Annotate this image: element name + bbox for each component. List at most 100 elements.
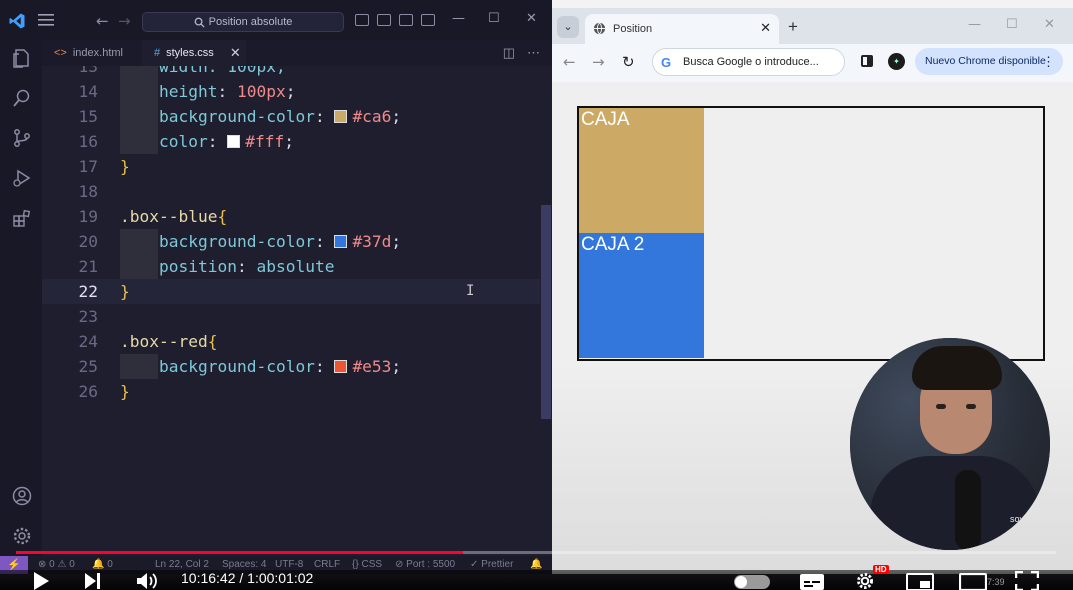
kebab-menu-icon[interactable]: ⋮ (1042, 48, 1055, 75)
color-swatch[interactable] (334, 235, 348, 248)
side-panel-icon[interactable] (861, 55, 873, 67)
source-control-icon[interactable] (12, 128, 32, 148)
chrome-minimize-icon[interactable]: — (968, 17, 981, 32)
omnibox[interactable]: G Busca Google o introduce... (652, 48, 845, 76)
video-progress-bar[interactable] (16, 551, 1056, 554)
chrome-close-icon[interactable]: ✕ (1044, 17, 1055, 32)
next-video-icon[interactable] (84, 572, 102, 590)
line-ending[interactable]: CRLF (314, 559, 340, 570)
code-line[interactable]: 18 (42, 179, 540, 204)
css-property: background-color (159, 107, 315, 126)
hamburger-menu-icon[interactable] (38, 14, 54, 26)
customize-layout-icon[interactable] (421, 14, 435, 26)
indent-guide (120, 104, 158, 129)
theater-mode-icon[interactable] (959, 573, 987, 590)
code-line[interactable]: 14 height: 100px; (42, 79, 540, 104)
css-semicolon: ; (391, 357, 402, 376)
autoplay-toggle[interactable] (734, 575, 770, 589)
code-line[interactable]: 16 color: #fff; (42, 129, 540, 154)
chrome-back-icon[interactable]: ← (563, 53, 576, 71)
hd-badge: HD (873, 565, 889, 574)
search-view-icon[interactable] (12, 88, 32, 108)
toggle-primary-sidebar-icon[interactable] (355, 14, 369, 26)
activity-bar (0, 40, 42, 556)
tab-search-dropdown-icon[interactable]: ⌄ (557, 16, 579, 38)
editor-tab-bar: <> index.html # styles.css ✕ ◫ ⋯ (42, 40, 552, 66)
volume-icon[interactable] (136, 572, 158, 590)
back-arrow-icon[interactable]: ← (96, 12, 109, 30)
code-line[interactable]: 17} (42, 154, 540, 179)
close-window-icon[interactable]: ✕ (526, 11, 537, 26)
code-text: background-color: #37d; (159, 229, 401, 254)
editor-actions: ◫ ⋯ (503, 45, 540, 61)
container-box: CAJA CAJA 2 (577, 106, 1045, 361)
new-tab-plus-icon[interactable]: + (788, 17, 798, 37)
color-swatch[interactable] (334, 110, 348, 123)
presenter-eye (966, 404, 976, 409)
tab-styles-css[interactable]: # styles.css ✕ (142, 40, 246, 66)
color-swatch[interactable] (227, 135, 241, 148)
reload-icon[interactable]: ↻ (622, 53, 635, 71)
subtitles-icon[interactable] (799, 573, 825, 590)
profile-avatar[interactable]: ✦ (888, 53, 905, 70)
language-mode[interactable]: {} CSS (352, 559, 382, 570)
problems-indicator[interactable]: ⊗ 0 ⚠ 0 (38, 559, 75, 570)
video-progress-fill (16, 551, 464, 554)
css-value: #ca6 (352, 107, 392, 126)
line-number: 17 (78, 157, 99, 176)
fullscreen-icon[interactable] (1015, 571, 1039, 590)
encoding[interactable]: UTF-8 (275, 559, 303, 570)
chrome-update-button[interactable]: Nuevo Chrome disponible ⋮ (915, 48, 1063, 75)
indent-guide (120, 254, 158, 279)
css-property: background-color (159, 232, 315, 251)
account-icon[interactable] (12, 486, 32, 506)
css-colon: : (314, 232, 335, 251)
play-icon[interactable] (32, 571, 50, 590)
close-browser-tab-icon[interactable]: ✕ (760, 20, 771, 36)
cursor-position[interactable]: Ln 22, Col 2 (155, 559, 209, 570)
miniplayer-icon[interactable] (906, 573, 934, 590)
css-brace: { (207, 332, 218, 351)
code-line[interactable]: 25 background-color: #e53; (42, 354, 540, 379)
mouse-ibeam-cursor: I (466, 283, 475, 299)
toggle-panel-icon[interactable] (377, 14, 391, 26)
chrome-forward-icon[interactable]: → (592, 53, 605, 71)
run-debug-icon[interactable] (12, 168, 32, 188)
notifications-bell-icon[interactable]: 🔔 (530, 559, 542, 570)
indentation[interactable]: Spaces: 4 (222, 559, 266, 570)
code-editor[interactable]: 13 width: 100px; 14 height: 100px; 15 backgro… (42, 66, 540, 556)
prettier-status[interactable]: ✓ Prettier (470, 559, 513, 570)
explorer-icon[interactable] (12, 48, 32, 68)
info-indicator[interactable]: 🔔 0 (92, 559, 113, 570)
code-line[interactable]: 21 position: absolute (42, 254, 540, 279)
close-tab-icon[interactable]: ✕ (230, 45, 241, 61)
more-actions-icon[interactable]: ⋯ (527, 45, 540, 61)
code-line[interactable]: 13 width: 100px; (42, 66, 540, 79)
browser-tab-title: Position (613, 23, 653, 35)
color-swatch[interactable] (334, 360, 348, 373)
code-line[interactable]: 24 .box--red{ (42, 329, 540, 354)
code-line[interactable]: 19 .box--blue{ (42, 204, 540, 229)
box-caja: CAJA (579, 108, 704, 233)
split-editor-icon[interactable]: ◫ (503, 45, 515, 61)
code-line[interactable]: 20 background-color: #37d; (42, 229, 540, 254)
code-line[interactable]: 15 background-color: #ca6; (42, 104, 540, 129)
settings-gear-icon[interactable] (12, 526, 32, 546)
line-number: 26 (78, 382, 99, 401)
minimize-icon[interactable]: — (452, 11, 465, 26)
editor-scrollbar-thumb[interactable] (541, 205, 551, 419)
code-line[interactable]: 23 (42, 304, 540, 329)
settings-cog-icon[interactable] (854, 572, 876, 590)
extensions-icon[interactable] (12, 208, 32, 228)
command-center-search[interactable]: Position absolute (142, 12, 344, 32)
toggle-secondary-sidebar-icon[interactable] (399, 14, 413, 26)
live-server-port[interactable]: ⊘ Port : 5500 (395, 559, 455, 570)
browser-tab-position[interactable]: Position ✕ (585, 14, 779, 44)
maximize-icon[interactable]: ☐ (488, 11, 500, 26)
forward-arrow-icon[interactable]: → (118, 12, 131, 30)
channel-watermark: soydalto (1010, 514, 1044, 524)
chrome-maximize-icon[interactable]: ☐ (1006, 17, 1018, 32)
tab-index-html[interactable]: <> index.html (42, 40, 140, 66)
css-value: 100px (236, 82, 286, 101)
code-line[interactable]: 26} (42, 379, 540, 404)
